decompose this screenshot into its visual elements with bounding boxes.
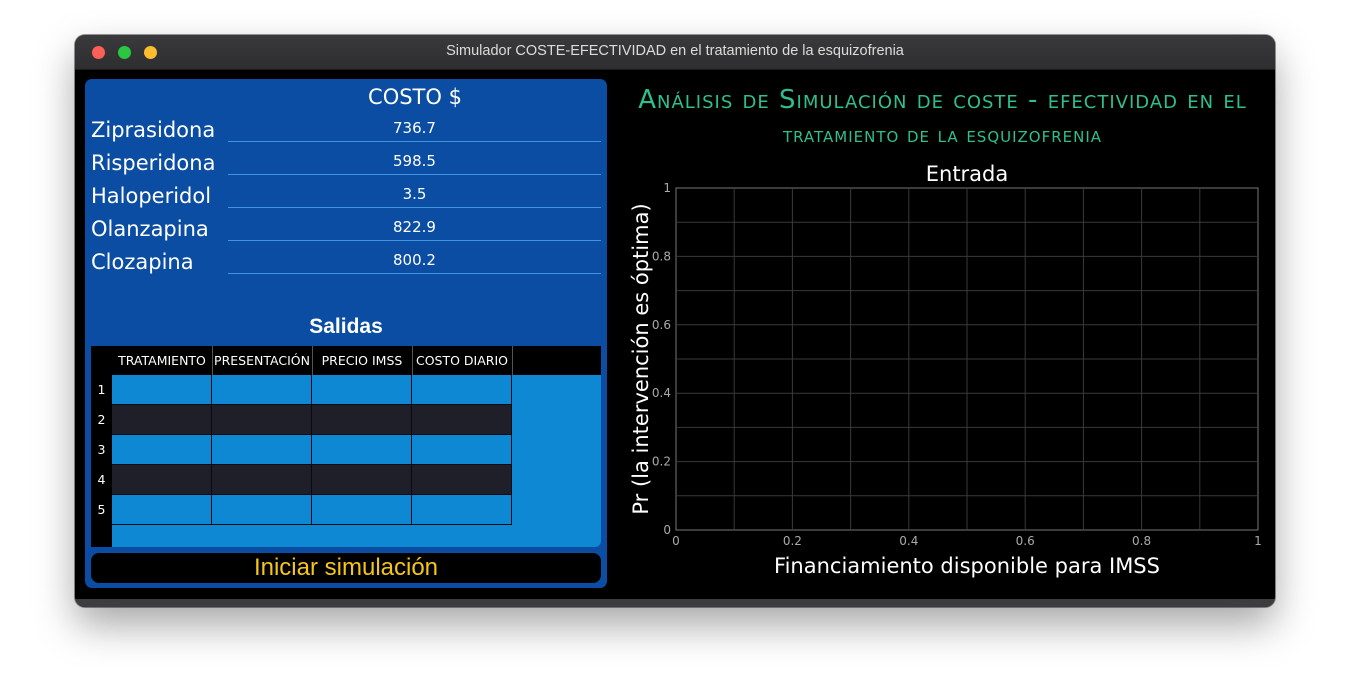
x-tick-label: 0.6 <box>1016 534 1035 548</box>
y-tick-label: 1 <box>663 181 671 195</box>
y-tick-label: 0 <box>663 523 671 537</box>
x-tick-label: 0.2 <box>783 534 802 548</box>
y-axis-label: Pr (la intervención es óptima) <box>629 203 653 515</box>
x-tick-label: 0.4 <box>899 534 918 548</box>
app-window: Simulador COSTE-EFECTIVIDAD en el tratam… <box>75 35 1275 607</box>
x-tick-label: 1 <box>1254 534 1262 548</box>
x-axis-ticks: 0 0.2 0.4 0.6 0.8 1 <box>672 534 1262 548</box>
chart-plot[interactable]: 0 0.2 0.4 0.6 0.8 1 0 0.2 0.4 0.6 0.8 1 <box>75 35 1275 607</box>
x-tick-label: 0 <box>672 534 680 548</box>
window-bottom-bar <box>75 599 1275 607</box>
x-tick-label: 0.8 <box>1132 534 1151 548</box>
x-axis-label: Financiamiento disponible para IMSS <box>774 554 1160 578</box>
